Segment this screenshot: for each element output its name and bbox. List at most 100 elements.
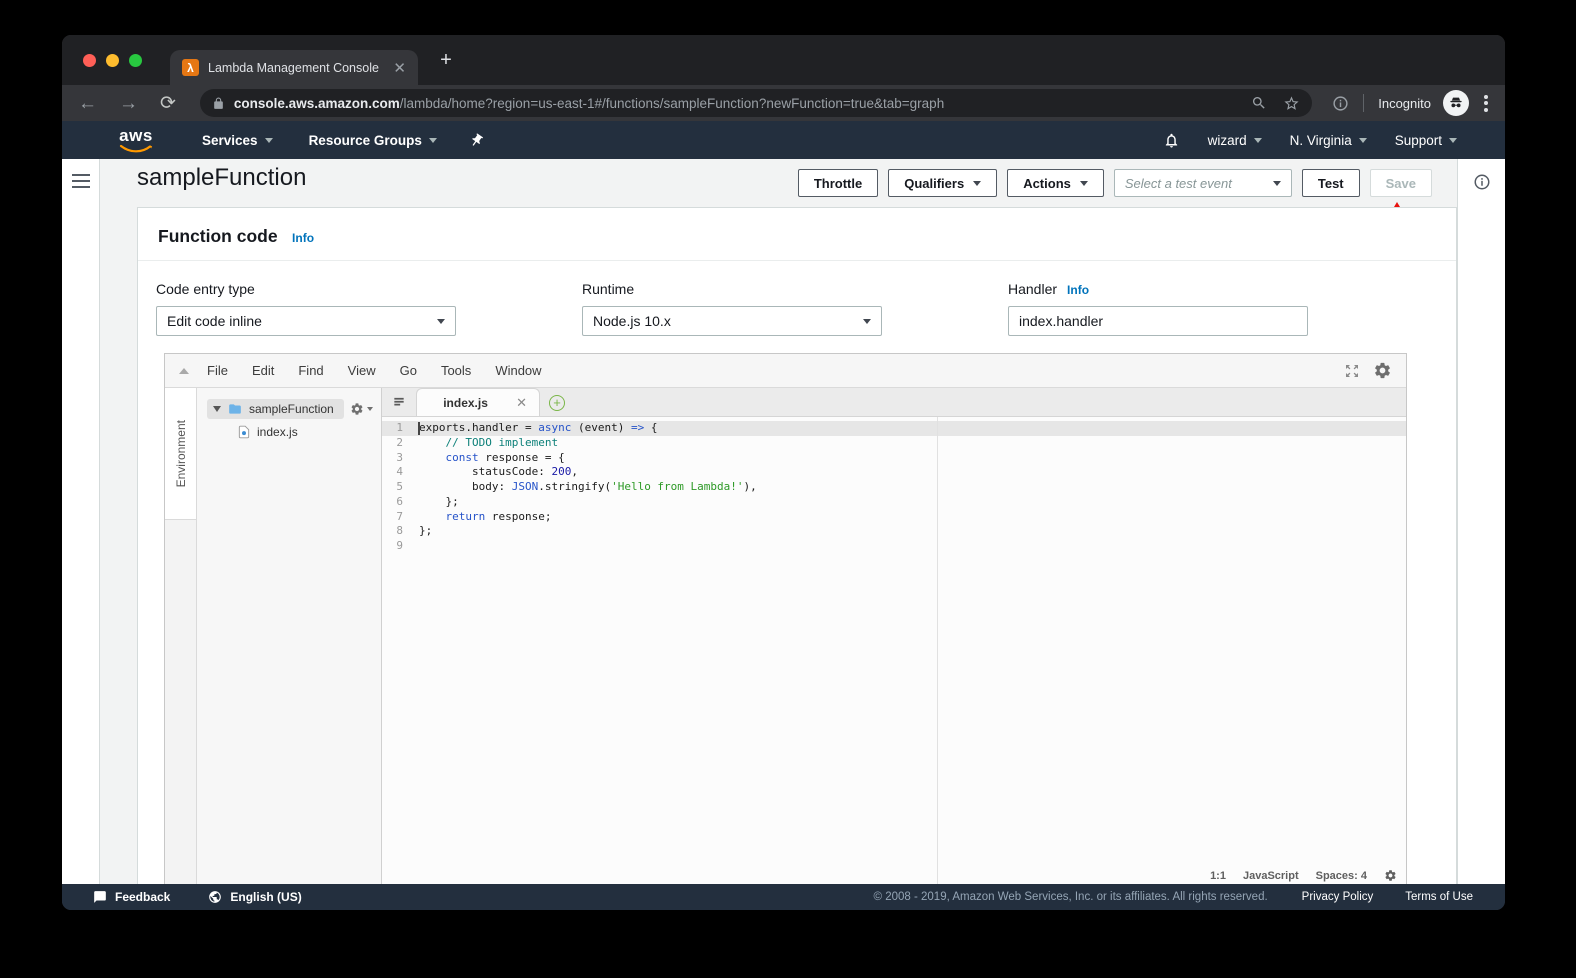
tree-file-row[interactable]: index.js [197,421,381,443]
code-entry-type-select[interactable]: Edit code inline [156,306,456,336]
tree-settings-button[interactable] [350,402,373,416]
code-line[interactable]: // TODO implement [419,436,1406,451]
code-entry-type-field: Code entry type Edit code inline [156,281,456,336]
incognito-icon [1448,95,1464,111]
browser-tab[interactable]: λ Lambda Management Console ✕ [170,50,418,85]
actions-button[interactable]: Actions [1007,169,1104,197]
nav-account[interactable]: wizard [1208,133,1262,148]
zoom-page-icon[interactable] [1251,95,1267,111]
handler-field: Handler Info [1008,281,1308,336]
gutter-line-number[interactable]: 1 [382,421,411,436]
tab-title: Lambda Management Console [208,60,379,75]
copyright-text: © 2008 - 2019, Amazon Web Services, Inc.… [873,891,1268,903]
fullscreen-icon[interactable] [1344,363,1360,379]
url-path: /lambda/home?region=us-east-1#/functions… [399,95,945,111]
gutter-line-number[interactable]: 4 [382,465,411,480]
indentation-setting[interactable]: Spaces: 4 [1316,870,1367,882]
statusbar-gear-icon[interactable] [1384,869,1397,882]
handler-info-link[interactable]: Info [1067,283,1089,297]
new-tab-button[interactable]: + [434,49,458,73]
editor-tab-close-icon[interactable]: ✕ [516,395,527,411]
pushpin-icon[interactable] [466,130,487,151]
notifications-bell-icon[interactable] [1163,132,1180,149]
editor-tab-indexjs[interactable]: index.js ✕ [416,388,540,416]
language-mode[interactable]: JavaScript [1243,870,1299,882]
text-cursor [418,422,420,435]
editor-menu-window[interactable]: Window [495,363,541,378]
code-lines: exports.handler = async (event) => { // … [419,421,1406,554]
code-line[interactable]: exports.handler = async (event) => { [419,421,1406,436]
extension-info-icon[interactable] [1332,95,1349,112]
code-line[interactable]: return response; [419,510,1406,525]
gutter-line-number[interactable]: 6 [382,495,411,510]
editor-settings-gear-icon[interactable] [1373,361,1392,380]
incognito-avatar[interactable] [1443,90,1469,116]
bookmark-star-icon[interactable] [1283,95,1300,112]
feedback-button[interactable]: Feedback [93,890,170,904]
help-info-icon[interactable] [1473,173,1491,191]
back-icon[interactable]: ← [78,94,97,113]
gutter-line-number[interactable]: 3 [382,451,411,466]
terms-of-use-link[interactable]: Terms of Use [1405,891,1473,903]
environment-rail [165,520,197,884]
nav-services[interactable]: Services [202,133,273,148]
window-controls [83,54,142,67]
language-button[interactable]: English (US) [208,890,302,904]
aws-logo[interactable]: aws [118,127,154,153]
privacy-policy-link[interactable]: Privacy Policy [1302,891,1374,903]
aws-navbar: aws Services Resource Groups wizard N. V… [62,121,1505,159]
tree-expand-caret-icon[interactable] [213,406,221,412]
code-line[interactable]: body: JSON.stringify('Hello from Lambda!… [419,480,1406,495]
editor-gutter: 123456789 [382,421,411,554]
environment-tab[interactable]: Environment [165,388,197,520]
nav-resource-groups[interactable]: Resource Groups [309,133,437,148]
reload-icon[interactable]: ⟳ [160,94,176,113]
handler-input[interactable] [1019,313,1297,329]
gutter-line-number[interactable]: 2 [382,436,411,451]
gutter-line-number[interactable]: 8 [382,524,411,539]
zoom-window-button[interactable] [129,54,142,67]
test-event-select[interactable]: Select a test event [1113,169,1292,197]
browser-menu-icon[interactable] [1483,92,1489,114]
close-window-button[interactable] [83,54,96,67]
file-tree-panel: sampleFunction index.js [197,388,382,884]
editor-menu-tools[interactable]: Tools [441,363,471,378]
code-line[interactable]: const response = { [419,451,1406,466]
folder-icon [227,402,243,416]
tree-folder-selected[interactable]: sampleFunction [207,399,344,419]
tree-folder-row[interactable]: sampleFunction [197,397,381,421]
throttle-button[interactable]: Throttle [797,169,879,197]
cursor-position: 1:1 [1210,869,1226,882]
minimize-window-button[interactable] [106,54,119,67]
code-line[interactable]: }; [419,524,1406,539]
runtime-select[interactable]: Node.js 10.x [582,306,882,336]
editor-menu-view[interactable]: View [348,363,376,378]
new-editor-tab-icon[interactable]: + [549,395,565,411]
tab-list-icon[interactable] [382,387,416,416]
editor-menu-find[interactable]: Find [298,363,323,378]
forward-icon[interactable]: → [119,94,138,113]
gutter-line-number[interactable]: 7 [382,510,411,525]
nav-support[interactable]: Support [1395,133,1457,148]
address-bar[interactable]: console.aws.amazon.com /lambda/home?regi… [199,89,1313,117]
nav-region[interactable]: N. Virginia [1290,133,1367,148]
hamburger-menu-icon[interactable] [71,174,90,188]
editor-menu-file[interactable]: File [207,363,228,378]
browser-toolbar: ← → ⟳ console.aws.amazon.com /lambda/hom… [62,85,1505,121]
lock-icon [212,97,225,110]
code-line[interactable]: }; [419,495,1406,510]
code-line[interactable]: statusCode: 200, [419,465,1406,480]
test-button[interactable]: Test [1301,169,1360,197]
editor-menu-edit[interactable]: Edit [252,363,274,378]
qualifiers-button[interactable]: Qualifiers [888,169,998,197]
save-button[interactable]: Save [1369,169,1432,197]
collapse-menubar-icon[interactable] [179,367,189,374]
gutter-line-number[interactable]: 5 [382,480,411,495]
code-line[interactable] [419,539,1406,554]
gutter-line-number[interactable]: 9 [382,539,411,554]
code-area[interactable]: 123456789 exports.handler = async (event… [382,417,1406,884]
tab-close-icon[interactable]: ✕ [393,59,406,77]
language-label: English (US) [230,890,302,904]
editor-menu-go[interactable]: Go [400,363,417,378]
function-code-info-link[interactable]: Info [292,231,314,245]
